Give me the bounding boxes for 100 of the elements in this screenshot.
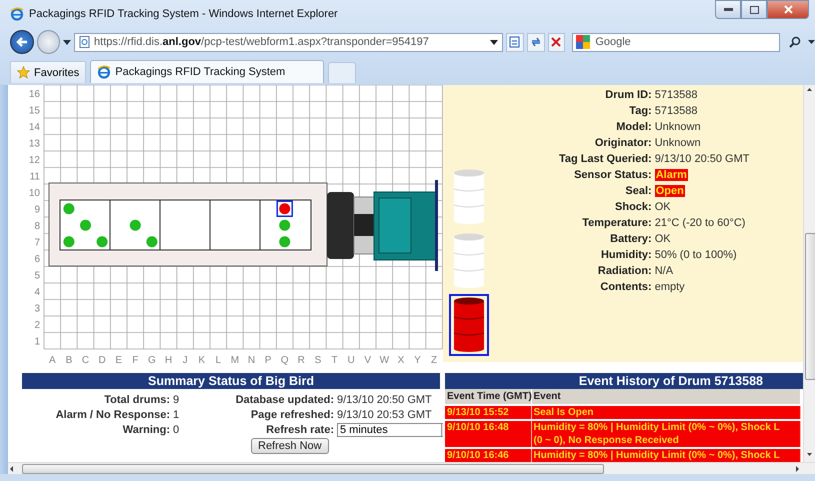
field-label: Seal: [624, 185, 652, 197]
refresh-now-button[interactable]: Refresh Now [251, 438, 329, 454]
scrollbar-thumb[interactable] [805, 233, 815, 380]
drum-marker[interactable] [63, 236, 74, 248]
drum-marker[interactable] [63, 203, 74, 214]
row-label: 12 [28, 154, 40, 166]
column-label: B [66, 355, 72, 366]
event-cell: Humidity = 80% | Humidity Limit (0% ~ 0%), Shock L [531, 448, 800, 462]
minimize-button[interactable] [715, 0, 741, 19]
maximize-icon [750, 6, 758, 14]
field-value: OK [654, 233, 671, 245]
column-label: M [230, 355, 240, 366]
field-label: Shock: [614, 201, 652, 213]
column-label: Z [431, 355, 438, 366]
stat-value: 1 [173, 408, 180, 420]
scrollbar-thumb[interactable] [22, 464, 604, 474]
row-label: 10 [28, 188, 40, 199]
field-label: Contents: [599, 281, 652, 293]
refresh-button[interactable] [526, 32, 545, 52]
browser-logo-icon [97, 65, 112, 79]
row-label: 1 [34, 336, 40, 348]
field-label: Radiation: [596, 265, 652, 277]
window-title: Packagings RFID Tracking System - Windows Internet Explorer [29, 8, 338, 20]
event-time-cell: 9/10/10 16:46 [445, 448, 531, 462]
star-icon [17, 66, 30, 79]
row-label: 8 [34, 220, 40, 232]
column-label: Y [414, 355, 421, 366]
event-time-cell: 9/10/10 16:48 [445, 420, 531, 448]
search-icon[interactable] [789, 36, 802, 48]
column-label: R [298, 355, 305, 366]
column-label: U [347, 355, 355, 366]
stat-value: 9/13/10 20:53 GMT [337, 408, 433, 420]
column-label: G [148, 355, 156, 366]
caret-icon[interactable] [63, 40, 72, 44]
column-label: N [248, 355, 256, 366]
event-cell: Humidity = 80% | Humidity Limit (0% ~ 0%), Shock L (0 ~ 0), No Response Received [531, 420, 800, 448]
event-time-cell: 9/13/10 15:52 [445, 405, 531, 420]
column-label: S [314, 355, 322, 366]
field-label: Tag: [628, 105, 652, 117]
drum-marker[interactable] [279, 220, 290, 231]
row-label: 15 [28, 105, 40, 116]
row-label: 5 [34, 270, 40, 282]
field-label: Drum ID: [604, 89, 652, 101]
column-label: J [182, 355, 188, 366]
arrow-left-icon [16, 37, 28, 47]
refresh-rate-dropdown[interactable]: 5 minutes [337, 422, 443, 436]
field-label: Model: [615, 121, 652, 133]
scroll-right-icon[interactable] [793, 464, 801, 474]
drum-marker[interactable] [276, 200, 293, 217]
column-label: T [331, 355, 338, 366]
compatibility-button[interactable] [506, 32, 524, 52]
stat-value: 0 [173, 424, 180, 436]
page-icon [79, 36, 90, 48]
address-field[interactable]: https://rfid.dis.anl.gov/pcp-test/webform1.aspx?transponder=954197 [74, 32, 504, 52]
event-cell: Seal Is Open [531, 405, 800, 420]
refresh-icon [530, 36, 542, 48]
drum-marker[interactable] [96, 236, 108, 248]
column-label: L [216, 355, 222, 366]
stat-label: Page refreshed: [250, 408, 334, 420]
drum-marker[interactable] [146, 236, 158, 248]
row-label: 14 [28, 122, 40, 133]
column-label: E [115, 355, 122, 366]
field-value: N/A [654, 265, 674, 277]
close-icon [784, 5, 792, 14]
row-label: 13 [28, 138, 40, 150]
field-value: Open [654, 185, 685, 197]
favorites-button[interactable]: Favorites [10, 61, 86, 83]
column-label: W [380, 355, 390, 366]
section-header: Summary Status of Big Bird [22, 373, 440, 389]
column-label: D [98, 355, 106, 366]
column-label: F [132, 355, 138, 366]
field-value: empty [654, 281, 685, 293]
maximize-button[interactable] [741, 0, 767, 19]
field-label: Battery: [609, 233, 652, 245]
browser-tab[interactable]: Packagings RFID Tracking System [90, 60, 324, 83]
field-value: 21°C (-20 to 60°C) [654, 217, 746, 229]
row-label: 2 [34, 320, 40, 331]
caret-icon[interactable] [808, 40, 815, 44]
back-button[interactable] [10, 30, 34, 54]
document-icon [509, 36, 522, 48]
search-field[interactable]: Google [572, 32, 780, 52]
row-label: 7 [34, 237, 40, 248]
field-value: 5713588 [654, 89, 698, 101]
stat-label: Database updated: [234, 394, 334, 406]
column-label: K [198, 355, 206, 366]
stop-button[interactable] [548, 32, 566, 52]
row-label: 16 [28, 88, 40, 100]
drum-marker[interactable] [279, 236, 290, 248]
field-label: Temperature: [581, 217, 652, 229]
stat-value: 9/13/10 20:50 GMT [337, 394, 433, 406]
field-value: OK [654, 201, 671, 213]
caret-icon[interactable] [490, 40, 498, 44]
drum-marker[interactable] [130, 220, 141, 231]
field-label: Sensor Status: [573, 169, 652, 181]
column-label: H [164, 355, 172, 366]
stop-icon [551, 37, 562, 47]
drum-icon[interactable] [449, 294, 489, 356]
drum-marker[interactable] [80, 220, 91, 231]
close-button[interactable] [767, 0, 809, 19]
column-header: Event Time (GMT) [445, 389, 531, 405]
